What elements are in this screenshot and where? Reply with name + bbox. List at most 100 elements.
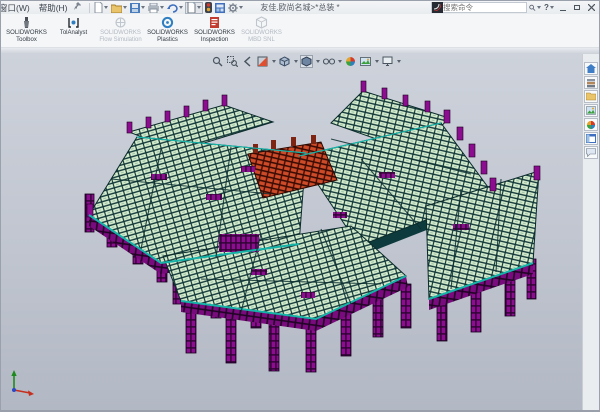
triad-z-dot: [12, 388, 16, 392]
chevron-down-icon: [160, 6, 164, 9]
addin-label: Flow Simulation: [99, 37, 141, 44]
custom-properties-icon: [586, 134, 596, 143]
reference-triad: [5, 366, 37, 396]
minimize-icon: [560, 10, 566, 11]
document-title: 友佳.欧尚名城>*总装 *: [260, 2, 339, 13]
quick-access-toolbar: [93, 2, 244, 14]
chevron-down-icon: [197, 6, 201, 9]
chevron-down-icon: [338, 60, 342, 63]
workspace: [1, 54, 599, 410]
search-options-button[interactable]: [529, 2, 541, 13]
chevron-down-icon: [537, 6, 541, 9]
addin-label: Inspection: [201, 37, 228, 44]
addin-flow-simulation: SOLIDWORKS Flow Simulation: [97, 16, 144, 47]
addin-plastics[interactable]: SOLIDWORKS Plastics: [144, 16, 191, 47]
tolanalyst-icon: [67, 16, 80, 29]
print-button[interactable]: [147, 2, 165, 14]
forum-icon: [586, 148, 596, 157]
graphics-viewport[interactable]: [1, 54, 582, 410]
inspection-icon: [208, 16, 221, 29]
chevron-down-icon: [316, 60, 320, 63]
rebuild-button[interactable]: [204, 2, 213, 14]
undo-button[interactable]: [166, 2, 184, 14]
view-palette-icon: [586, 106, 596, 115]
addin-mbd-snl: SOLIDWORKS MBD SNL: [238, 16, 285, 47]
plastics-icon: [161, 16, 174, 29]
chevron-down-icon: [550, 6, 554, 9]
home-icon: [586, 64, 596, 74]
restore-icon: [574, 5, 580, 10]
help-label: ?: [544, 3, 549, 12]
restore-button[interactable]: [571, 2, 583, 13]
display-settings-button[interactable]: [214, 2, 226, 14]
heads-up-toolbar: [211, 55, 401, 68]
menu-help[interactable]: 帮助(H): [37, 2, 70, 14]
zoom-to-area-button[interactable]: [226, 55, 239, 68]
task-pane-forum-tab[interactable]: [584, 146, 598, 159]
minimize-button[interactable]: [557, 2, 569, 13]
design-library-icon: [586, 78, 596, 88]
help-button[interactable]: ?: [543, 2, 555, 13]
addin-tolanalyst[interactable]: TolAnalyst: [50, 16, 97, 47]
addin-label: Toolbox: [16, 37, 37, 44]
task-pane-design-library-tab[interactable]: [584, 76, 598, 89]
chevron-down-icon: [179, 6, 183, 9]
command-manager: SOLIDWORKS Toolbox TolAnalyst SOLIDWORKS…: [1, 14, 599, 47]
view-settings-button[interactable]: [381, 55, 394, 68]
task-pane-file-explorer-tab[interactable]: [584, 90, 598, 103]
pin-menu-icon[interactable]: [74, 2, 82, 13]
previous-view-button[interactable]: [241, 55, 254, 68]
task-pane-view-palette-tab[interactable]: [584, 104, 598, 117]
model-canvas[interactable]: [1, 54, 582, 410]
section-view-button[interactable]: [256, 55, 269, 68]
separator: [89, 3, 90, 13]
chevron-down-icon: [104, 6, 108, 9]
chevron-down-icon: [375, 60, 379, 63]
appearances-icon: [586, 120, 596, 130]
flow-simulation-icon: [114, 16, 127, 29]
toolbox-icon: [20, 16, 33, 29]
display-style-button[interactable]: [300, 55, 313, 68]
folder-icon: [586, 92, 596, 101]
zoom-to-fit-button[interactable]: [211, 55, 224, 68]
search-input[interactable]: [443, 3, 521, 12]
task-pane-custom-properties-tab[interactable]: [584, 132, 598, 145]
addin-label: TolAnalyst: [60, 30, 87, 37]
close-button[interactable]: [585, 2, 597, 13]
addin-solidworks-toolbox[interactable]: SOLIDWORKS Toolbox: [3, 16, 50, 47]
titlebar: 窗口(W) 帮助(H): [1, 1, 599, 14]
view-orientation-button[interactable]: [278, 55, 291, 68]
apply-scene-button[interactable]: [359, 55, 372, 68]
task-pane-appearances-tab[interactable]: [584, 118, 598, 131]
save-button[interactable]: [129, 2, 146, 14]
addin-inspection[interactable]: SOLIDWORKS Inspection: [191, 16, 238, 47]
chevron-down-icon: [141, 6, 145, 9]
addin-label: MBD SNL: [248, 37, 275, 44]
triad-x-axis: [14, 390, 30, 393]
search-box: [431, 2, 527, 13]
triad-x-arrow: [28, 390, 34, 396]
hide-show-items-button[interactable]: [322, 55, 335, 68]
chevron-down-icon: [294, 60, 298, 63]
menu-window[interactable]: 窗口(W): [0, 2, 32, 14]
chevron-down-icon: [239, 6, 243, 9]
new-document-button[interactable]: [93, 2, 109, 14]
titlebar-right: ?: [431, 2, 599, 13]
addin-label: Plastics: [157, 37, 178, 44]
mbd-icon: [255, 16, 268, 29]
open-button[interactable]: [110, 2, 128, 14]
formwork-model[interactable]: [85, 81, 540, 372]
solidworks-window: 窗口(W) 帮助(H): [0, 0, 600, 412]
solidworks-logo-icon: [432, 2, 443, 13]
options-button[interactable]: [227, 2, 244, 14]
task-pane: [582, 54, 599, 410]
command-manager-strip: [1, 47, 599, 54]
chevron-down-icon: [397, 60, 401, 63]
chevron-down-icon: [272, 60, 276, 63]
edit-appearance-button[interactable]: [344, 55, 357, 68]
chevron-down-icon: [123, 6, 127, 9]
task-pane-home-tab[interactable]: [584, 62, 598, 75]
menubar: 窗口(W) 帮助(H): [0, 2, 70, 14]
triad-y-arrow: [11, 370, 16, 376]
file-properties-button[interactable]: [185, 2, 203, 14]
